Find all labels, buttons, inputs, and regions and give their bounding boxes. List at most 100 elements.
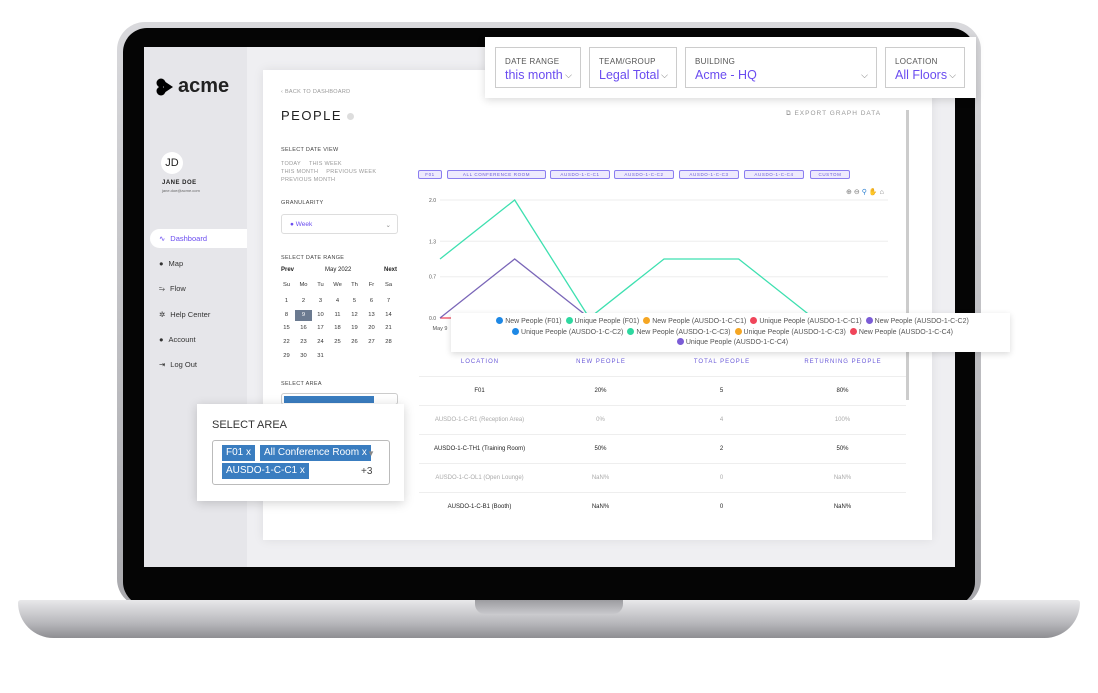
calendar-day[interactable]: 3	[312, 296, 329, 307]
calendar-day[interactable]: 15	[278, 323, 295, 334]
tag-f01[interactable]: F01 x	[222, 445, 256, 461]
area-button-ausdo-1-c-c1[interactable]: AUSDO-1-C-C1	[550, 170, 610, 179]
calendar-day[interactable]: 8	[278, 310, 295, 321]
sidebar-item-label: Flow	[170, 284, 186, 294]
next-month-button[interactable]: Next	[384, 267, 397, 273]
filter-label: TEAM/GROUP	[599, 57, 656, 66]
table-cell: 2	[719, 446, 724, 452]
sidebar-item-log-out[interactable]: ⇥ Log Out	[150, 355, 247, 374]
export-graph-button[interactable]: ⧉ EXPORT GRAPH DATA	[786, 110, 881, 118]
sidebar-item-account[interactable]: ● Account	[150, 330, 247, 349]
legend-item[interactable]: Unique People (F01)	[562, 317, 639, 325]
date-view-option[interactable]: THIS MONTH	[281, 169, 318, 175]
calendar-day[interactable]: 16	[295, 323, 312, 334]
calendar-day[interactable]: 11	[329, 310, 346, 321]
flow-icon: ⥲	[159, 283, 165, 293]
calendar-day[interactable]: 5	[346, 296, 363, 307]
legend-swatch	[849, 327, 857, 335]
legend-item[interactable]: New People (F01)	[492, 317, 562, 325]
chevron-down-icon: ⌵	[861, 70, 868, 80]
area-button-ausdo-1-c-c2[interactable]: AUSDO-1-C-C2	[614, 170, 674, 179]
calendar-day[interactable]: 4	[329, 296, 346, 307]
calendar-day[interactable]: 1	[278, 296, 295, 307]
scrollbar-track[interactable]	[906, 110, 909, 400]
sidebar-item-flow[interactable]: ⥲ Flow	[150, 279, 247, 298]
area-button-ausdo-1-c-c4[interactable]: AUSDO-1-C-C4	[744, 170, 804, 179]
chart-legend: New People (F01) Unique People (F01) New P…	[451, 313, 1010, 352]
legend-item[interactable]: New People (AUSDO-1-C-C2)	[862, 317, 969, 325]
calendar-day[interactable]: 30	[295, 351, 312, 362]
area-multiselect[interactable]: F01 x All Conference Room x ▼ AUSDO-1-C-…	[212, 440, 390, 485]
user-name: JANE DOE	[162, 180, 197, 186]
sidebar-item-help-center[interactable]: ✲ Help Center	[150, 305, 247, 324]
calendar-day[interactable]: 12	[346, 310, 363, 321]
legend-item[interactable]: Unique People (AUSDO-1-C-C2)	[508, 327, 623, 336]
sidebar-item-dashboard[interactable]: ∿ Dashboard	[150, 229, 247, 248]
legend-item[interactable]: New People (AUSDO-1-C-C3)	[623, 327, 731, 336]
filter-location[interactable]: LOCATION All Floors ⌵	[885, 47, 965, 88]
legend-item[interactable]: Unique People (AUSDO-1-C-C3)	[731, 327, 846, 336]
calendar-day[interactable]: 6	[363, 296, 380, 307]
calendar-day[interactable]: 17	[312, 323, 329, 334]
legend-item[interactable]: Unique People (AUSDO-1-C-C1)	[746, 317, 862, 325]
filter-date-range[interactable]: DATE RANGE this month ⌵	[495, 47, 581, 88]
calendar-day[interactable]: 21	[380, 323, 397, 334]
back-link[interactable]: ‹ BACK TO DASHBOARD	[281, 89, 350, 95]
table-cell: AUSDO-1-C-OL1 (Open Lounge)	[435, 475, 524, 481]
calendar-day[interactable]: 13	[363, 310, 380, 321]
table-cell: 4	[719, 417, 724, 423]
calendar-day[interactable]: 28	[380, 337, 397, 348]
y-tick-label: 1.3	[429, 239, 436, 245]
legend-label: Unique People (AUSDO-1-C-C1)	[759, 318, 862, 325]
calendar-day[interactable]: 7	[380, 296, 397, 307]
filter-building[interactable]: BUILDING Acme - HQ ⌵	[685, 47, 877, 88]
calendar-day[interactable]: 24	[312, 337, 329, 348]
date-view-option[interactable]: THIS WEEK	[309, 161, 342, 167]
area-button-custom[interactable]: CUSTOM	[810, 170, 850, 179]
table-row: F01 20% 5 80%	[419, 376, 906, 405]
area-button-f01[interactable]: F01	[418, 170, 442, 179]
legend-swatch	[643, 317, 651, 324]
table-cell: 0%	[596, 417, 605, 423]
scrollbar-thumb[interactable]	[906, 110, 909, 400]
calendar-day[interactable]: 10	[312, 310, 329, 321]
export-icon: ⧉	[786, 110, 792, 117]
legend-item[interactable]: New People (AUSDO-1-C-C4)	[846, 327, 953, 336]
legend-swatch	[676, 338, 684, 345]
calendar-day[interactable]: 29	[278, 351, 295, 362]
chevron-down-icon: ⌄	[385, 222, 391, 229]
calendar-day[interactable]: 27	[363, 337, 380, 348]
sidebar-item-map[interactable]: ● Map	[150, 254, 247, 273]
calendar-day[interactable]: 2	[295, 296, 312, 307]
granularity-select[interactable]: ● Week ⌄	[281, 214, 398, 234]
legend-item[interactable]: Unique People (AUSDO-1-C-C4)	[673, 338, 788, 346]
filter-team-group[interactable]: TEAM/GROUP Legal Total ⌵	[589, 47, 677, 88]
area-button-all-conference-room[interactable]: ALL CONFERENCE ROOM	[447, 170, 546, 179]
date-view-option[interactable]: PREVIOUS WEEK	[326, 169, 376, 175]
tag-ausdo-1-c-c1[interactable]: AUSDO-1-C-C1 x	[222, 463, 309, 479]
chevron-down-icon: ⌵	[949, 70, 956, 80]
prev-month-button[interactable]: Prev	[281, 267, 294, 273]
calendar-day[interactable]: 20	[363, 323, 380, 334]
date-view-option[interactable]: TODAY	[281, 161, 301, 167]
popup-title: SELECT AREA	[212, 419, 287, 431]
area-button-ausdo-1-c-c3[interactable]: AUSDO-1-C-C3	[679, 170, 739, 179]
calendar-day[interactable]: 25	[329, 337, 346, 348]
calendar-day[interactable]: 22	[278, 337, 295, 348]
laptop-notch	[475, 600, 623, 614]
calendar-day[interactable]: 18	[329, 323, 346, 334]
calendar-day[interactable]: 19	[346, 323, 363, 334]
calendar-day[interactable]: 9	[295, 309, 312, 321]
date-view-option[interactable]: PREVIOUS MONTH	[281, 177, 335, 183]
dropdown-caret-icon[interactable]: ▼	[367, 449, 375, 458]
calendar-day[interactable]: 31	[312, 351, 329, 362]
calendar-day[interactable]: 26	[346, 337, 363, 348]
y-tick-label: 0.7	[429, 275, 436, 281]
tag-all-conference-room[interactable]: All Conference Room x	[260, 445, 371, 461]
calendar-day[interactable]: 23	[295, 337, 312, 348]
sidebar-item-label: Account	[168, 334, 196, 344]
legend-label: Unique People (AUSDO-1-C-C3)	[743, 328, 846, 336]
calendar-day[interactable]: 14	[380, 310, 397, 321]
legend-item[interactable]: New People (AUSDO-1-C-C1)	[639, 317, 746, 325]
help-icon[interactable]	[347, 113, 355, 120]
